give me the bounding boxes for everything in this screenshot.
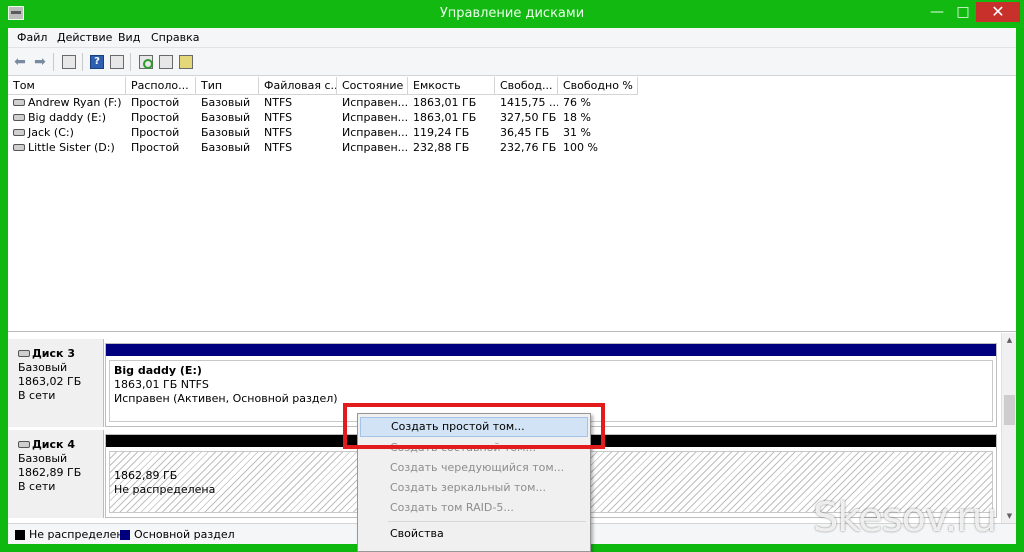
toolbar-separator — [130, 53, 131, 71]
menu-separator — [388, 521, 586, 522]
watermark-text: Skesov.ru — [813, 495, 997, 541]
column-header-free-space[interactable]: Свобод... — [495, 77, 558, 95]
window-title: Управление дисками — [439, 6, 585, 21]
toolbar: ⬅ ➡ ? — [8, 48, 1016, 76]
disk-management-window: Управление дисками — □ ✕ Файл Действие В… — [0, 0, 1024, 552]
scroll-up-arrow-icon[interactable]: ▲ — [1002, 333, 1017, 347]
column-header-free-percent[interactable]: Свободно % — [558, 77, 638, 95]
primary-swatch — [120, 530, 130, 540]
toolbar-separator — [53, 53, 54, 71]
legend-primary: Основной раздел — [134, 528, 235, 541]
check-icon[interactable] — [157, 53, 175, 71]
unallocated-swatch — [15, 530, 25, 540]
drive-icon — [13, 143, 25, 151]
disk-3-label[interactable]: Диск 3 Базовый 1863,02 ГБ В сети — [8, 339, 104, 427]
column-header-status[interactable]: Состояние — [337, 77, 408, 95]
disk-icon — [18, 349, 30, 357]
primary-partition-bar — [106, 344, 996, 356]
settings-icon[interactable] — [177, 53, 195, 71]
scrollbar-thumb[interactable] — [1004, 395, 1015, 425]
drive-icon — [13, 98, 25, 106]
forward-arrow-icon[interactable]: ➡ — [31, 53, 49, 71]
column-header-capacity[interactable]: Емкость — [408, 77, 495, 95]
highlight-annotation — [343, 403, 605, 449]
drive-icon — [13, 128, 25, 136]
menu-view[interactable]: Вид — [118, 31, 140, 44]
disk-pane-scrollbar[interactable]: ▲ ▼ — [1001, 333, 1016, 523]
volume-list: Том Располо... Тип Файловая с... Состоян… — [8, 77, 1016, 332]
maximize-button[interactable]: □ — [950, 2, 976, 22]
column-header-filesystem[interactable]: Файловая с... — [259, 77, 337, 95]
title-bar[interactable]: Управление дисками — □ ✕ — [0, 0, 1024, 28]
disk-icon — [18, 440, 30, 448]
back-arrow-icon[interactable]: ⬅ — [11, 53, 29, 71]
column-header-volume[interactable]: Том — [8, 77, 126, 95]
volume-info: 1863,01 ГБ NTFS — [114, 378, 209, 391]
column-header-type[interactable]: Тип — [196, 77, 259, 95]
menu-item-create-mirrored-volume[interactable]: Создать зеркальный том... — [360, 478, 588, 498]
volume-title: Big daddy (E:) — [114, 364, 202, 377]
properties-icon[interactable] — [108, 53, 126, 71]
close-button[interactable]: ✕ — [976, 2, 1020, 22]
console-tree-icon[interactable] — [60, 53, 78, 71]
column-header-layout[interactable]: Располо... — [126, 77, 196, 95]
menu-item-create-striped-volume[interactable]: Создать чередующийся том... — [360, 458, 588, 478]
drive-icon — [13, 113, 25, 121]
menu-item-properties[interactable]: Свойства — [360, 524, 588, 544]
disk-4-label[interactable]: Диск 4 Базовый 1862,89 ГБ В сети — [8, 430, 104, 518]
menu-item-create-raid5-volume[interactable]: Создать том RAID-5... — [360, 498, 588, 518]
help-icon[interactable]: ? — [88, 53, 106, 71]
minimize-button[interactable]: — — [924, 2, 950, 22]
menu-bar: Файл Действие Вид Справка — [8, 28, 1016, 48]
menu-help[interactable]: Справка — [151, 31, 199, 44]
legend-unallocated: Не распределена — [29, 528, 131, 541]
menu-file[interactable]: Файл — [17, 31, 47, 44]
menu-action[interactable]: Действие — [57, 31, 112, 44]
scroll-down-arrow-icon[interactable]: ▼ — [1002, 509, 1017, 523]
refresh-icon[interactable] — [137, 53, 155, 71]
toolbar-separator — [82, 53, 83, 71]
